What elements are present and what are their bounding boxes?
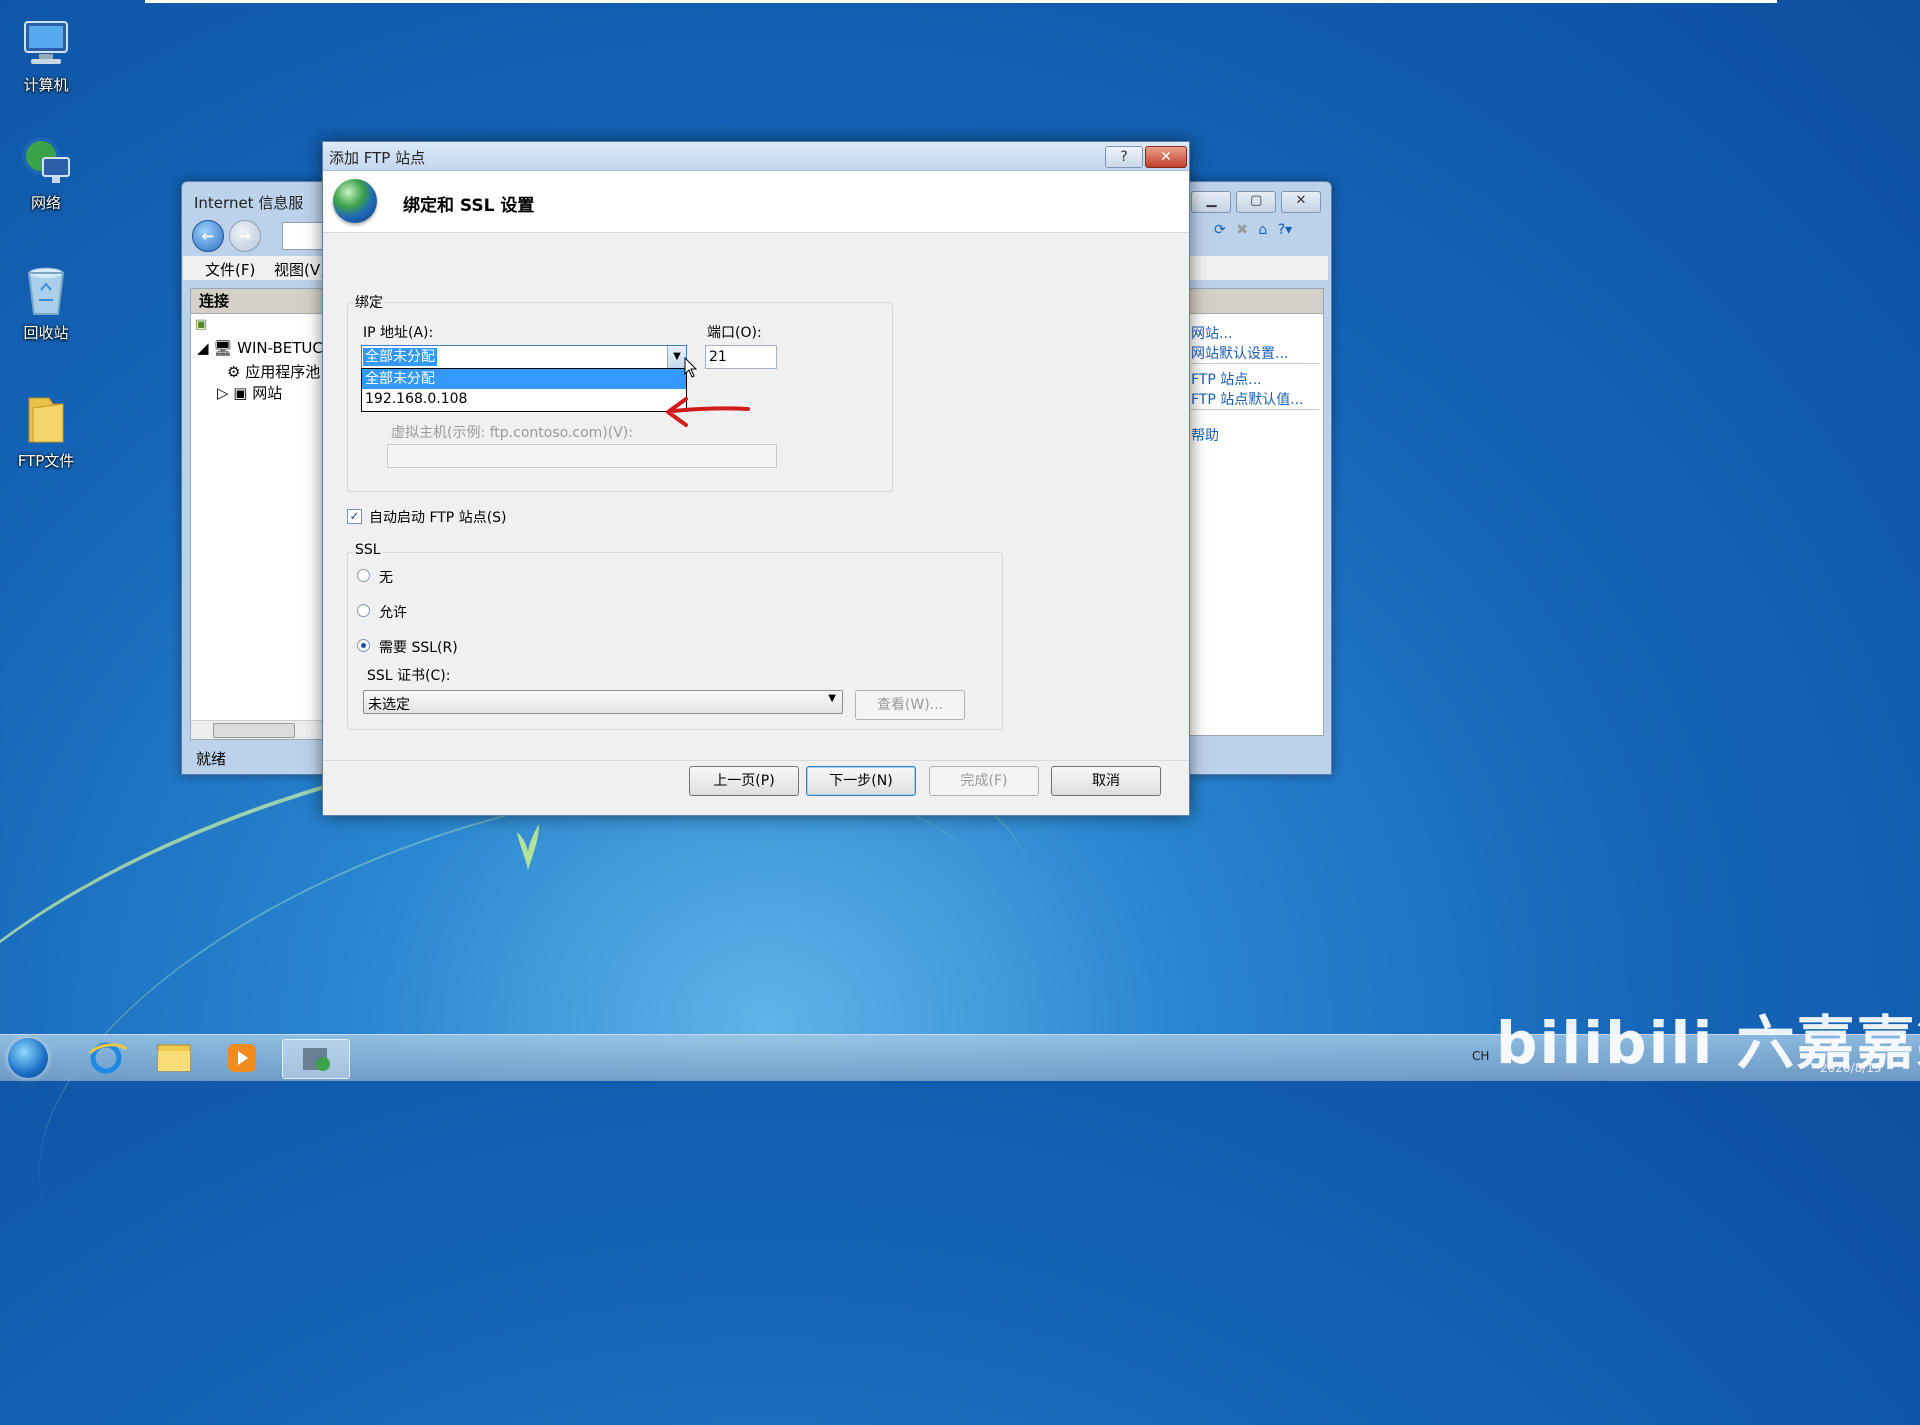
port-label: 端口(O): [707,325,762,341]
tree-item-sites[interactable]: ▷ ▣ 网站 [217,382,282,403]
annotation-arrow-icon [666,397,750,427]
connections-pane: 连接 ▣ ◢ 🖥 WIN-BETUC6 ⚙ 应用程序池 ▷ ▣ 网站 [190,288,332,740]
wallpaper-leaf-icon [517,824,539,870]
action-sites[interactable]: 网站... [1191,323,1232,343]
ssl-group-label: SSL [353,542,383,558]
stop-icon[interactable]: ✖ [1236,222,1248,238]
add-ftp-site-dialog[interactable]: 添加 FTP 站点 ? ✕ 绑定和 SSL 设置 绑定 IP 地址(A): 全部… [322,141,1190,816]
iis-window-title: Internet 信息服 [194,194,304,212]
menu-file[interactable]: 文件(F) [205,259,255,280]
iis-manager-taskbar-icon[interactable] [282,1039,350,1079]
view-certificate-button[interactable]: 查看(W)... [855,690,965,720]
actions-pane: 网站... 网站默认设置... FTP 站点... FTP 站点默认值... 帮… [1186,288,1324,736]
action-ftp-site-defaults[interactable]: FTP 站点默认值... [1191,389,1304,409]
dialog-title-bar: 添加 FTP 站点 ? ✕ [323,142,1189,171]
status-bar-text: 就绪 [196,750,227,768]
action-ftp-sites[interactable]: FTP 站点... [1191,369,1262,389]
media-player-icon[interactable] [216,1039,268,1077]
ip-option-unassigned[interactable]: 全部未分配 [362,369,686,389]
iis-toolbar-icons: ⟳ ✖ ⌂ ?▾ [1214,222,1292,238]
ip-option-192-168-0-108[interactable]: 192.168.0.108 [362,389,686,409]
connect-icon[interactable]: ▣ [195,317,207,332]
ssl-require-radio[interactable] [357,639,370,652]
desktop-icon-network[interactable]: 网络 [8,134,84,213]
folder-icon [19,392,73,446]
ssl-allow-radio[interactable] [357,604,370,617]
footer-divider [323,760,1189,761]
chevron-down-icon: ▼ [828,693,836,704]
action-site-defaults[interactable]: 网站默认设置... [1191,343,1288,363]
page-title: 绑定和 SSL 设置 [403,196,535,216]
ssl-allow-label: 允许 [379,605,407,621]
auto-start-checkbox[interactable]: ✓ [347,509,362,524]
network-icon [19,134,73,188]
binding-group-label: 绑定 [353,292,385,312]
desktop-icon-label: 回收站 [23,324,69,342]
top-edge-line [145,0,1777,3]
horizontal-scrollbar[interactable] [191,720,331,739]
desktop-icon-recycle-bin[interactable]: 回收站 [8,264,84,343]
desktop-icon-label: 网络 [30,194,61,212]
tree-item-server[interactable]: ◢ 🖥 WIN-BETUC6 [197,339,332,357]
explorer-folder-icon[interactable] [148,1039,200,1077]
bilibili-watermark: bilibili 六嘉嘉柒 [1496,1009,1920,1077]
actions-divider [1191,363,1319,364]
port-field[interactable]: 21 [705,345,777,369]
virtual-host-field[interactable] [387,444,777,468]
ip-address-combo[interactable]: 全部未分配 ▼ [361,345,687,369]
globe-icon [333,179,377,223]
help-button[interactable]: ? [1105,146,1143,168]
home-icon[interactable]: ⌂ [1258,222,1267,238]
dialog-header: 绑定和 SSL 设置 [323,171,1189,233]
recycle-bin-icon [19,264,73,318]
ip-address-label: IP 地址(A): [363,325,434,341]
connections-header: 连接 [191,289,331,314]
start-button-icon[interactable] [8,1038,48,1078]
close-icon[interactable]: ✕ [1281,191,1321,213]
finish-button[interactable]: 完成(F) [929,766,1039,796]
ssl-certificate-label: SSL 证书(C): [367,668,451,684]
refresh-icon[interactable]: ⟳ [1214,222,1226,238]
auto-start-label: 自动启动 FTP 站点(S) [369,510,507,526]
actions-divider [1191,409,1319,410]
ip-address-value: 全部未分配 [363,348,437,366]
tree-item-app-pools[interactable]: ⚙ 应用程序池 [227,361,320,382]
scrollbar-thumb[interactable] [213,723,295,738]
virtual-host-label: 虚拟主机(示例: ftp.contoso.com)(V): [391,425,633,441]
cancel-button[interactable]: 取消 [1051,766,1161,796]
maximize-icon[interactable]: ▢ [1236,191,1277,213]
dialog-title: 添加 FTP 站点 [329,149,426,167]
back-arrow-icon[interactable]: ← [192,220,224,252]
computer-icon [19,16,73,70]
ssl-certificate-value: 未选定 [368,697,410,713]
ip-address-dropdown: 全部未分配 192.168.0.108 [361,368,687,412]
tree-item-label: 网站 [252,384,283,402]
actions-header [1187,289,1323,314]
mouse-cursor-icon [684,357,698,378]
next-button[interactable]: 下一步(N) [806,766,916,796]
ssl-require-label: 需要 SSL(R) [379,640,458,656]
ssl-certificate-select[interactable]: 未选定 ▼ [363,690,843,714]
iis-window-controls: ▁ ▢ ✕ [1191,190,1321,213]
previous-button[interactable]: 上一页(P) [689,766,799,796]
desktop-icon-ftp-folder[interactable]: FTP文件 [8,392,84,471]
desktop-icon-label: FTP文件 [17,452,75,470]
menu-view[interactable]: 视图(V) [274,259,326,280]
forward-arrow-icon[interactable]: → [228,220,261,252]
help-icon[interactable]: ?▾ [1278,222,1292,238]
desktop-icon-label: 计算机 [23,76,69,94]
tray-language[interactable]: CH [1472,1049,1489,1063]
close-button[interactable]: ✕ [1145,146,1187,168]
iis-navigation: ← → [192,220,261,252]
ie-icon[interactable] [80,1039,132,1077]
ssl-none-radio[interactable] [357,569,370,582]
ssl-none-label: 无 [379,570,393,586]
desktop-icon-computer[interactable]: 计算机 [8,16,84,95]
action-help[interactable]: 帮助 [1191,425,1219,445]
tree-item-label: 应用程序池 [245,363,321,381]
tree-item-label: WIN-BETUC6 [237,339,333,357]
iis-address-bar[interactable] [282,222,324,250]
minimize-icon[interactable]: ▁ [1191,191,1232,213]
